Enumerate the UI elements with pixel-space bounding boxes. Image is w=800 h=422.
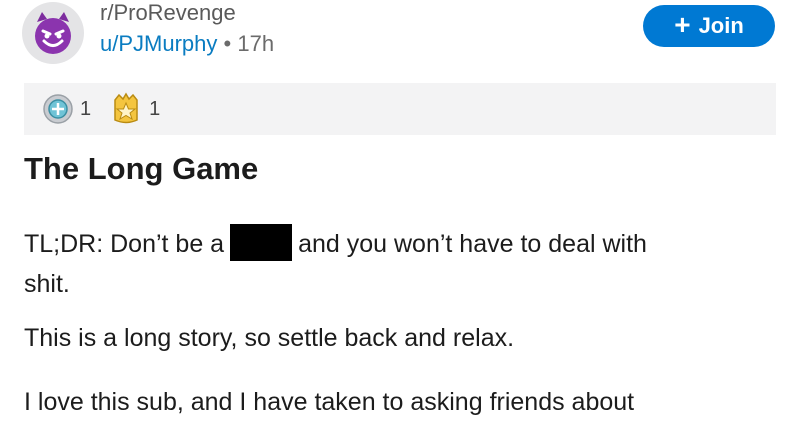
community-name[interactable]: r/ProRevenge	[100, 0, 236, 26]
paragraph-intro: This is a long story, so settle back and…	[24, 324, 515, 352]
post-title[interactable]: The Long Game	[24, 151, 258, 187]
award-count: 1	[80, 97, 92, 120]
paragraph-tldr: TL;DR: Don’t be a and you won’t have to d…	[24, 224, 774, 304]
avatar[interactable]	[22, 2, 84, 64]
award-count: 1	[149, 97, 161, 120]
award-wholesome[interactable]: 1	[109, 92, 160, 126]
meta-separator: •	[223, 31, 232, 56]
join-label: Join	[698, 13, 744, 38]
award-bar: 1 1	[24, 83, 776, 135]
post-time: 17h	[237, 31, 275, 56]
devil-face-icon	[35, 12, 71, 54]
plus-icon: +	[674, 8, 691, 40]
award-helpful[interactable]: 1	[42, 93, 91, 125]
join-button[interactable]: + Join	[643, 5, 775, 47]
wholesome-award-icon	[114, 92, 138, 124]
tldr-text-start: TL;DR: Don’t be a	[24, 230, 225, 258]
username-link[interactable]: u/PJMurphy	[100, 31, 217, 56]
helpful-award-icon	[43, 94, 73, 124]
redaction-block	[230, 224, 293, 261]
post-meta: u/PJMurphy • 17h	[100, 31, 274, 57]
paragraph-story: I love this sub, and I have taken to ask…	[24, 388, 635, 416]
tldr-text-end: and you won’t have to deal with	[298, 230, 647, 258]
tldr-text-tail: shit.	[24, 270, 70, 298]
